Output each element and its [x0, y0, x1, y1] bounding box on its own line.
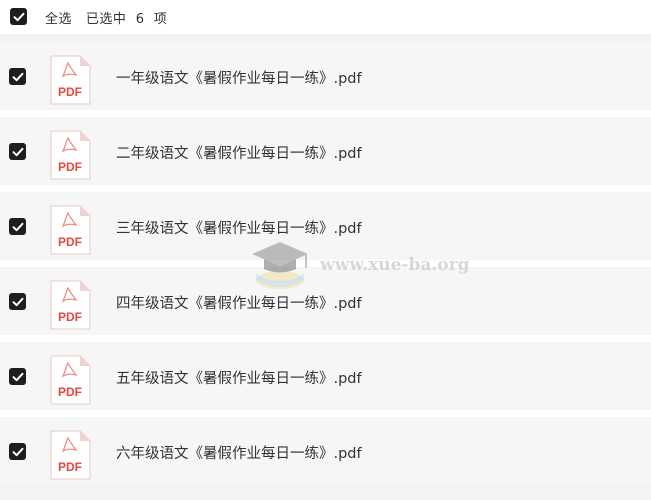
- select-all-checkbox[interactable]: [10, 8, 27, 25]
- row-divider: [0, 110, 651, 117]
- file-checkbox[interactable]: [9, 293, 26, 310]
- pdf-file-icon: PDF: [50, 205, 91, 255]
- file-name[interactable]: 六年级语文《暑假作业每日一练》.pdf: [116, 442, 362, 463]
- pdf-icon-label: PDF: [58, 460, 82, 474]
- select-all-label[interactable]: 全选: [45, 12, 72, 27]
- file-checkbox[interactable]: [9, 68, 26, 85]
- pdf-icon-label: PDF: [58, 85, 82, 99]
- list-item[interactable]: PDF 一年级语文《暑假作业每日一练》.pdf: [0, 42, 651, 110]
- pdf-file-icon: PDF: [50, 280, 91, 330]
- watermark-text: www.xue-ba.org: [320, 255, 470, 275]
- pdf-file-icon: PDF: [50, 355, 91, 405]
- file-checkbox[interactable]: [9, 218, 26, 235]
- pdf-file-icon: PDF: [50, 130, 91, 180]
- pdf-icon-label: PDF: [58, 385, 82, 399]
- selection-summary: 全选 已选中 6 项: [45, 8, 167, 27]
- checkmark-icon: [12, 297, 23, 306]
- pdf-file-icon: PDF: [50, 430, 91, 480]
- file-name[interactable]: 三年级语文《暑假作业每日一练》.pdf: [116, 217, 362, 238]
- row-divider: [0, 185, 651, 192]
- checkmark-icon: [12, 222, 23, 231]
- pdf-icon-label: PDF: [58, 235, 82, 249]
- checkmark-icon: [12, 147, 23, 156]
- list-item[interactable]: PDF 二年级语文《暑假作业每日一练》.pdf: [0, 117, 651, 185]
- watermark: www.xue-ba.org: [250, 238, 470, 296]
- checkmark-icon: [12, 72, 23, 81]
- selection-header: 全选 已选中 6 项: [0, 0, 651, 34]
- file-name[interactable]: 二年级语文《暑假作业每日一练》.pdf: [116, 142, 362, 163]
- selected-suffix: 项: [153, 12, 168, 27]
- pdf-icon-label: PDF: [58, 160, 82, 174]
- graduation-cap-logo: [252, 242, 308, 289]
- selected-count: 6: [135, 12, 145, 27]
- row-divider: [0, 335, 651, 342]
- pdf-icon-label: PDF: [58, 310, 82, 324]
- file-checkbox[interactable]: [9, 443, 26, 460]
- file-name[interactable]: 一年级语文《暑假作业每日一练》.pdf: [116, 67, 362, 88]
- pdf-file-icon: PDF: [50, 55, 91, 105]
- selected-prefix: 已选中: [85, 12, 127, 27]
- checkmark-icon: [12, 447, 23, 456]
- file-name[interactable]: 五年级语文《暑假作业每日一练》.pdf: [116, 367, 362, 388]
- list-item[interactable]: PDF 六年级语文《暑假作业每日一练》.pdf: [0, 417, 651, 485]
- row-divider: [0, 410, 651, 417]
- file-checkbox[interactable]: [9, 368, 26, 385]
- checkmark-icon: [12, 372, 23, 381]
- file-checkbox[interactable]: [9, 143, 26, 160]
- list-item[interactable]: PDF 五年级语文《暑假作业每日一练》.pdf: [0, 342, 651, 410]
- checkmark-icon: [13, 12, 24, 21]
